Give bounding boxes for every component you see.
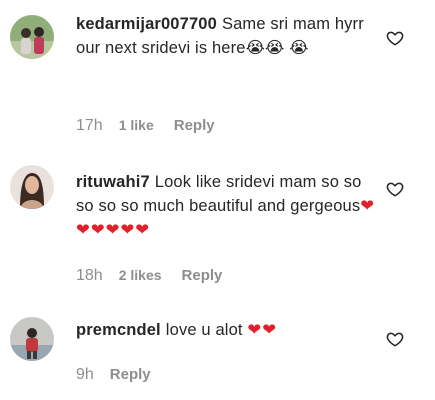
heart-outline-icon[interactable] xyxy=(386,29,404,47)
comment-text: premcndel love u alot ❤❤ xyxy=(76,318,376,342)
comment-2: rituwahi7 Look like sridevi mam so so so … xyxy=(0,150,435,290)
reply-button[interactable]: Reply xyxy=(110,366,151,383)
comment-meta: 9h Reply xyxy=(76,366,151,384)
crying-face-icon: 😭 xyxy=(289,38,309,57)
reply-button[interactable]: Reply xyxy=(174,117,215,134)
comment-meta: 17h 1 like Reply xyxy=(76,117,215,135)
comment-likes[interactable]: 2 likes xyxy=(119,267,162,283)
comment-username[interactable]: rituwahi7 xyxy=(76,173,150,191)
comment-3: premcndel love u alot ❤❤ 9h Reply xyxy=(0,300,435,400)
comment-body: love u alot xyxy=(165,321,243,339)
comment-text: rituwahi7 Look like sridevi mam so so so … xyxy=(76,170,376,242)
avatar[interactable] xyxy=(10,15,54,59)
crying-face-icon: 😭 xyxy=(265,38,285,57)
comment-username[interactable]: premcndel xyxy=(76,321,161,339)
heart-outline-icon[interactable] xyxy=(386,180,404,198)
comment-username[interactable]: kedarmijar007700 xyxy=(76,15,217,33)
comment-meta: 18h 2 likes Reply xyxy=(76,267,222,285)
comment-time[interactable]: 9h xyxy=(76,366,94,384)
comment-time[interactable]: 17h xyxy=(76,117,103,135)
crying-face-icon: 😭 xyxy=(245,38,266,57)
avatar[interactable] xyxy=(10,317,54,361)
heart-outline-icon[interactable] xyxy=(386,330,404,348)
red-heart-icon: ❤❤ xyxy=(247,320,278,339)
comment-likes[interactable]: 1 like xyxy=(119,117,154,133)
reply-button[interactable]: Reply xyxy=(182,267,223,284)
comment-time[interactable]: 18h xyxy=(76,267,103,285)
avatar[interactable] xyxy=(10,165,54,209)
comment-text: kedarmijar007700 Same sri mam hyrr our ne… xyxy=(76,12,376,60)
comment-1: kedarmijar007700 Same sri mam hyrr our ne… xyxy=(0,0,435,140)
